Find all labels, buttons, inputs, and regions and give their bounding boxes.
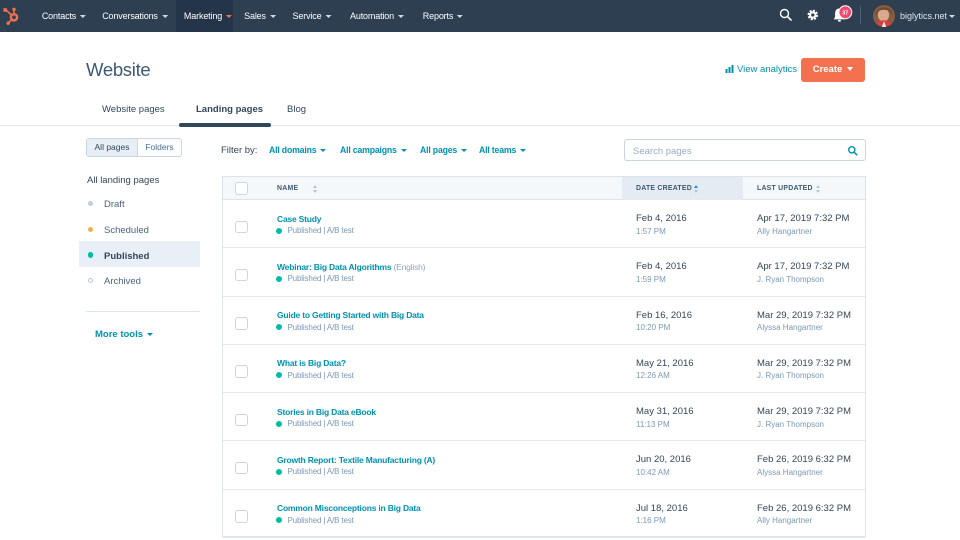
svg-text:37: 37 <box>842 10 848 16</box>
